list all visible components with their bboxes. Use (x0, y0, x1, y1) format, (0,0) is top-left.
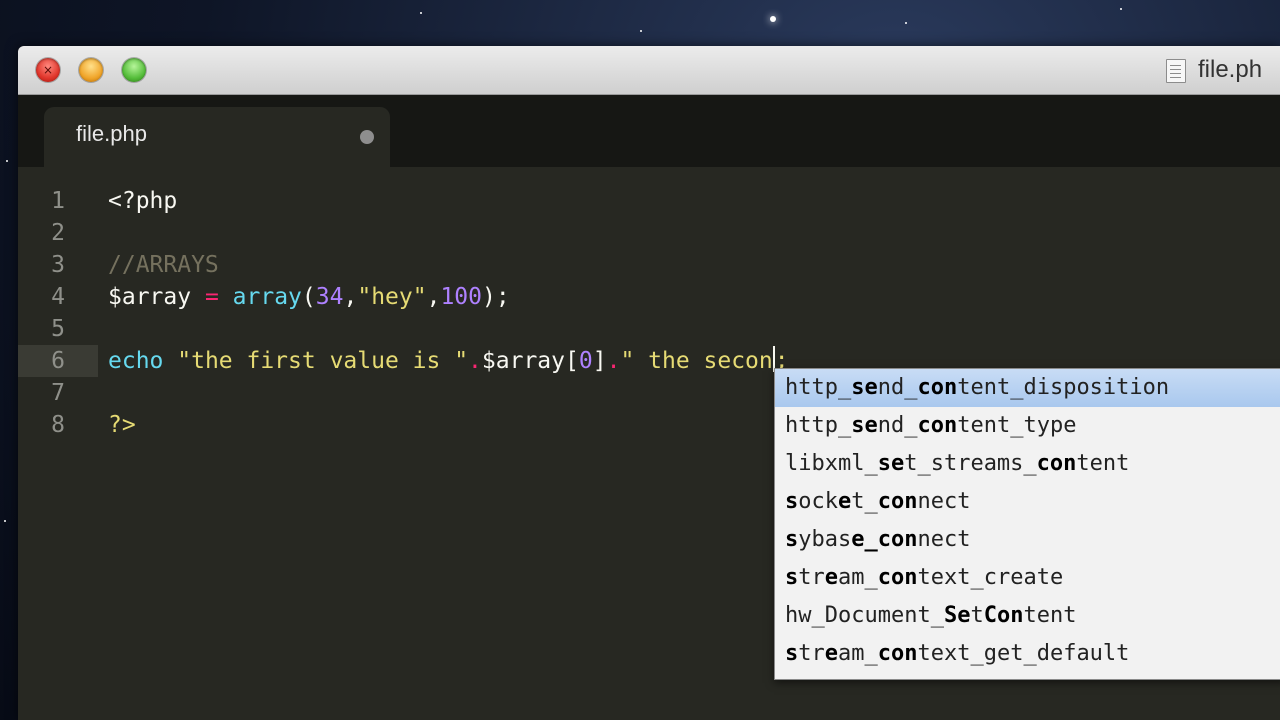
code-text: echo "the first value is ".$array[0]." t… (108, 345, 789, 377)
code-line[interactable]: 3 //ARRAYS (18, 249, 1280, 281)
close-icon: × (42, 63, 54, 77)
star (6, 160, 8, 162)
star (1120, 8, 1122, 10)
code-token: <?php (108, 188, 178, 214)
autocomplete-item[interactable]: stream_context_get_default (775, 635, 1280, 673)
star (640, 30, 642, 32)
autocomplete-popup: http_send_content_disposition http_send_c… (774, 368, 1280, 680)
code-token: , (343, 284, 358, 310)
line-number: 5 (51, 316, 65, 342)
code-token: echo (108, 348, 164, 374)
code-text: //ARRAYS (108, 249, 219, 281)
tab-label: file.php (76, 121, 147, 146)
code-text: ?> (108, 409, 136, 441)
tab-file-php[interactable]: file.php (44, 107, 390, 167)
editor-window: × file.ph file.php 1 <?php 2 3 //ARRAYS 4 $arr… (18, 46, 1280, 720)
code-token: 100 (440, 284, 482, 310)
document-icon (1166, 59, 1186, 83)
line-number: 3 (51, 252, 65, 278)
code-token: "the first value is " (177, 348, 469, 374)
line-number: 2 (51, 220, 65, 246)
code-line[interactable]: 5 (18, 313, 1280, 345)
code-text: $array = array(34,"hey",100); (108, 281, 510, 313)
tab-bar: file.php (18, 95, 1280, 167)
minimize-button[interactable] (79, 58, 103, 82)
line-number: 7 (51, 380, 65, 406)
code-token: " the secon (620, 348, 773, 374)
star (4, 520, 6, 522)
modified-dot-icon[interactable] (360, 130, 374, 144)
code-token: [ (565, 348, 579, 374)
autocomplete-item[interactable]: sybase_connect (775, 521, 1280, 559)
autocomplete-item[interactable]: http_send_content_disposition (775, 369, 1280, 407)
autocomplete-item[interactable]: hw_Document_SetContent (775, 597, 1280, 635)
star (905, 22, 907, 24)
code-token: = (204, 284, 219, 310)
code-token: "hey" (357, 284, 427, 310)
code-token: array (232, 284, 302, 310)
star (770, 16, 776, 22)
code-token: ?> (108, 412, 136, 438)
code-text: <?php (108, 185, 177, 217)
line-number: 1 (51, 188, 65, 214)
code-token: . (606, 348, 621, 374)
zoom-button[interactable] (122, 58, 146, 82)
code-token: ( (301, 284, 316, 310)
autocomplete-item[interactable]: stream_context_create (775, 559, 1280, 597)
code-token: ] (592, 348, 607, 374)
code-token: $array (108, 284, 192, 310)
line-number: 8 (51, 412, 65, 438)
code-token: 0 (578, 348, 593, 374)
code-token: 34 (315, 284, 344, 310)
code-token: ); (482, 284, 510, 310)
window-title: file.ph (1198, 56, 1263, 83)
code-line[interactable]: 1 <?php (18, 185, 1280, 217)
code-token: //ARRAYS (108, 252, 219, 278)
code-token: , (426, 284, 441, 310)
title-bar[interactable]: × file.ph (18, 46, 1280, 95)
code-line[interactable]: 2 (18, 217, 1280, 249)
line-number: 4 (51, 284, 65, 310)
autocomplete-item[interactable]: http_send_content_type (775, 407, 1280, 445)
line-number: 6 (51, 348, 65, 374)
code-token: . (468, 348, 482, 374)
autocomplete-item[interactable]: libxml_set_streams_content (775, 445, 1280, 483)
close-button[interactable]: × (36, 58, 60, 82)
autocomplete-item[interactable]: socket_connect (775, 483, 1280, 521)
code-line[interactable]: 4 $array = array(34,"hey",100); (18, 281, 1280, 313)
star (420, 12, 422, 14)
code-token: $array (481, 348, 565, 374)
